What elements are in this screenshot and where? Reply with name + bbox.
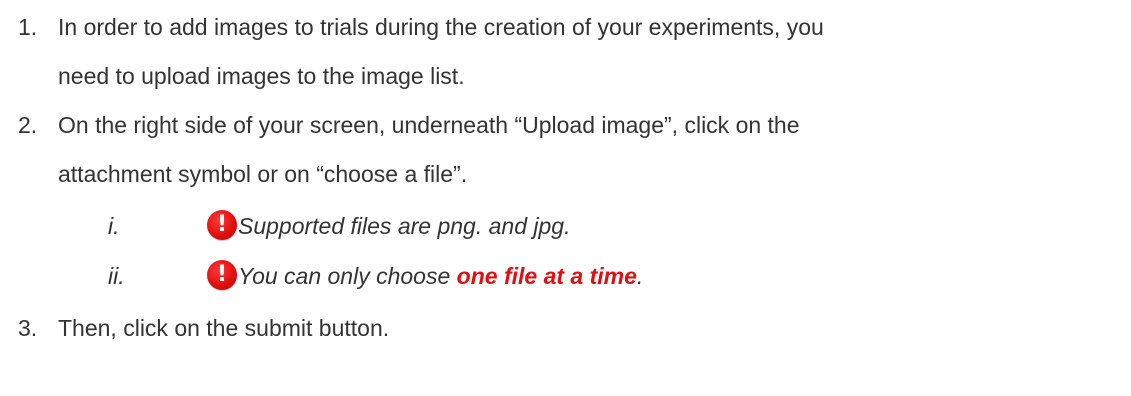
step-1-text-line-1: In order to add images to trials during …	[58, 14, 824, 40]
exclamation-alert-icon: !	[207, 210, 237, 240]
step-3-number: 3.	[18, 315, 38, 341]
note-ii-text-after: .	[636, 263, 644, 289]
note-ii-emphasis: one file at a time	[456, 263, 637, 289]
note-i-text: Supported files are png. and jpg.	[238, 213, 571, 239]
note-ii-text: You can only choose one file at a time.	[238, 262, 643, 290]
note-ii-number: ii.	[108, 263, 125, 289]
step-2-number: 2.	[18, 112, 38, 138]
step-2-text-line-2: attachment symbol or on “choose a file”.	[58, 161, 468, 187]
step-2-text-line-1: On the right side of your screen, undern…	[58, 112, 800, 138]
instruction-document: 1. In order to add images to trials duri…	[0, 0, 1131, 396]
step-3-text-line-1: Then, click on the submit button.	[58, 315, 390, 341]
step-1-number: 1.	[18, 14, 38, 40]
exclamation-alert-icon: !	[207, 260, 237, 290]
note-ii-text-before: You can only choose	[238, 263, 457, 289]
step-1-text-line-2: need to upload images to the image list.	[58, 63, 465, 89]
note-i-number: i.	[108, 213, 120, 239]
